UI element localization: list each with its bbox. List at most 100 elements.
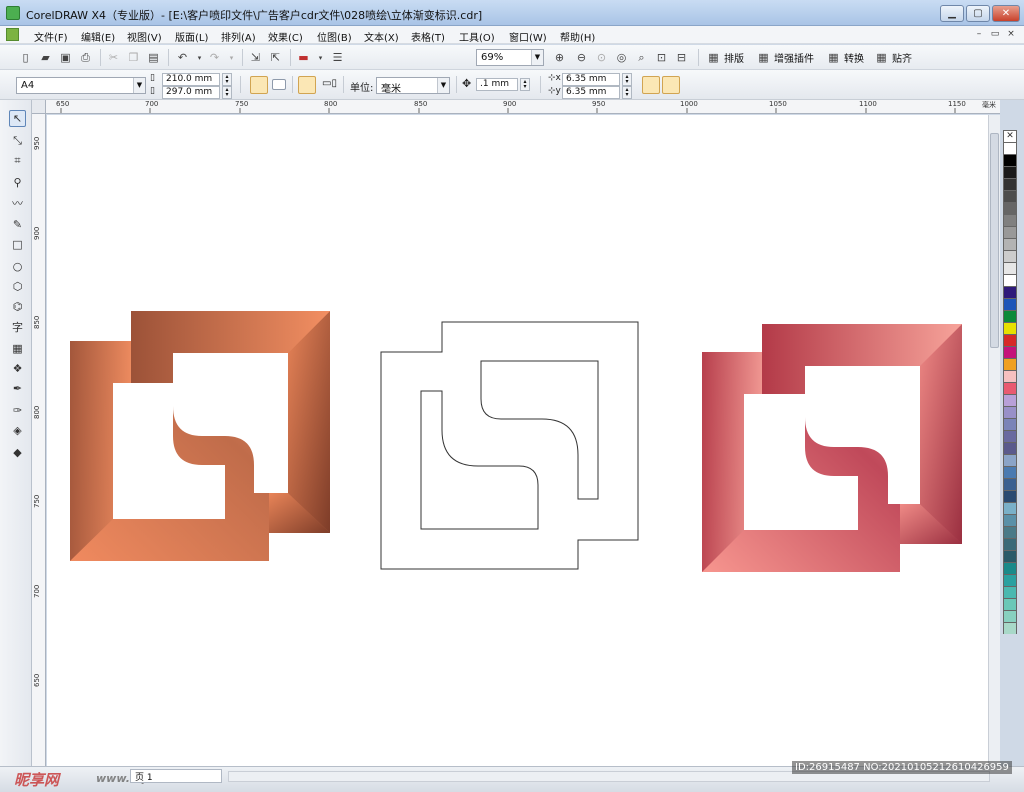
- maximize-button[interactable]: ▢: [966, 5, 990, 22]
- color-swatch[interactable]: [1003, 574, 1017, 586]
- zoom-tool-icon[interactable]: ⚲: [9, 174, 26, 191]
- layout-button[interactable]: 排版: [724, 50, 744, 65]
- nudge-distance-field[interactable]: .1 mm: [476, 78, 518, 91]
- color-swatch[interactable]: [1003, 142, 1017, 154]
- color-swatch[interactable]: [1003, 178, 1017, 190]
- outline-tool-icon[interactable]: ✑: [9, 402, 26, 419]
- redo-icon[interactable]: ↷: [207, 50, 222, 65]
- rectangle-tool-icon[interactable]: □: [9, 236, 26, 253]
- convert-button[interactable]: 转换: [844, 50, 864, 65]
- color-swatch[interactable]: [1003, 382, 1017, 394]
- duplicate-distance-x-field[interactable]: 6.35 mm: [562, 73, 620, 86]
- welcome-screen-icon[interactable]: ☰: [330, 50, 345, 65]
- color-swatch[interactable]: [1003, 166, 1017, 178]
- undo-icon[interactable]: ↶: [175, 50, 190, 65]
- plugin-button[interactable]: 增强插件: [774, 50, 814, 65]
- snap-icon[interactable]: ▦: [874, 50, 889, 65]
- ruler-origin[interactable]: [32, 100, 46, 114]
- portrait-toggle[interactable]: [250, 76, 268, 94]
- landscape-toggle[interactable]: [272, 79, 286, 90]
- treat-as-filled-toggle[interactable]: [642, 76, 660, 94]
- convert-icon[interactable]: ▦: [826, 50, 841, 65]
- color-swatch[interactable]: [1003, 310, 1017, 322]
- dup-x-spinner[interactable]: ▴ ▾: [622, 73, 632, 86]
- blend-tool-icon[interactable]: ❖: [9, 360, 26, 377]
- print-icon[interactable]: ⎙: [78, 50, 93, 65]
- application-launcher-icon[interactable]: ▬: [296, 50, 311, 65]
- menu-table[interactable]: 表格(T): [411, 29, 445, 44]
- ellipse-tool-icon[interactable]: ○: [9, 258, 26, 275]
- width-spinner[interactable]: ▴ ▾: [222, 73, 232, 86]
- menu-help[interactable]: 帮助(H): [560, 29, 595, 44]
- export-icon[interactable]: ⇱: [268, 50, 283, 65]
- unit-select[interactable]: 毫米 ▼: [376, 77, 450, 95]
- menu-layout[interactable]: 版面(L): [175, 29, 208, 44]
- pick-tool-icon[interactable]: ↖: [9, 110, 26, 127]
- eyedropper-tool-icon[interactable]: ✒: [9, 380, 26, 397]
- menu-file[interactable]: 文件(F): [34, 29, 68, 44]
- polygon-tool-icon[interactable]: ⬡: [9, 278, 26, 295]
- text-tool-icon[interactable]: 字: [9, 318, 26, 335]
- paste-icon[interactable]: ▤: [146, 50, 161, 65]
- new-icon[interactable]: ▯: [18, 50, 33, 65]
- open-icon[interactable]: ▰: [38, 50, 53, 65]
- doc-minimize-icon[interactable]: –: [972, 28, 986, 41]
- color-swatch[interactable]: [1003, 514, 1017, 526]
- color-swatch[interactable]: [1003, 586, 1017, 598]
- scroll-thumb[interactable]: [990, 133, 999, 348]
- nudge-spinner[interactable]: ▴ ▾: [520, 78, 530, 91]
- table-tool-icon[interactable]: ▦: [9, 340, 26, 357]
- basic-shapes-tool-icon[interactable]: ⌬: [9, 298, 26, 315]
- color-swatch[interactable]: [1003, 430, 1017, 442]
- color-swatch[interactable]: [1003, 274, 1017, 286]
- zoom-height-icon[interactable]: ⊟: [674, 50, 689, 65]
- vertical-ruler[interactable]: 950 900 850 800 750 700 650: [32, 114, 46, 766]
- no-fill-swatch[interactable]: ✕: [1003, 130, 1017, 142]
- color-swatch[interactable]: [1003, 226, 1017, 238]
- menu-bitmaps[interactable]: 位图(B): [317, 29, 352, 44]
- color-swatch[interactable]: [1003, 370, 1017, 382]
- page-height-field[interactable]: 297.0 mm: [162, 86, 220, 99]
- color-swatch[interactable]: [1003, 286, 1017, 298]
- color-swatch[interactable]: [1003, 154, 1017, 166]
- shape-tool-icon[interactable]: ⤡: [9, 132, 26, 149]
- redo-dropdown-icon[interactable]: ▾: [224, 50, 239, 65]
- menu-effects[interactable]: 效果(C): [268, 29, 303, 44]
- color-swatch[interactable]: [1003, 466, 1017, 478]
- color-swatch[interactable]: [1003, 502, 1017, 514]
- draw-bounding-toggle[interactable]: [662, 76, 680, 94]
- page-tab[interactable]: 页 1: [130, 769, 222, 783]
- import-icon[interactable]: ⇲: [248, 50, 263, 65]
- zoom-width-icon[interactable]: ⊡: [654, 50, 669, 65]
- color-swatch[interactable]: [1003, 214, 1017, 226]
- save-icon[interactable]: ▣: [58, 50, 73, 65]
- color-swatch[interactable]: [1003, 442, 1017, 454]
- crop-tool-icon[interactable]: ⌗: [9, 152, 26, 169]
- color-swatch[interactable]: [1003, 550, 1017, 562]
- color-swatch[interactable]: [1003, 298, 1017, 310]
- cut-icon[interactable]: ✂: [106, 50, 121, 65]
- color-swatch[interactable]: [1003, 334, 1017, 346]
- color-swatch[interactable]: [1003, 562, 1017, 574]
- copy-icon[interactable]: ❐: [126, 50, 141, 65]
- menu-edit[interactable]: 编辑(E): [81, 29, 115, 44]
- freehand-tool-icon[interactable]: 〰: [9, 194, 26, 211]
- color-swatch[interactable]: [1003, 478, 1017, 490]
- menu-tools[interactable]: 工具(O): [459, 29, 495, 44]
- all-pages-toggle[interactable]: [298, 76, 316, 94]
- zoom-level-select[interactable]: 69% ▼: [476, 49, 544, 66]
- color-swatch[interactable]: [1003, 538, 1017, 550]
- color-swatch[interactable]: [1003, 202, 1017, 214]
- layout-icon[interactable]: ▦: [706, 50, 721, 65]
- menu-window[interactable]: 窗口(W): [509, 29, 547, 44]
- zoom-all-objects-icon[interactable]: ◎: [614, 50, 629, 65]
- fill-tool-icon[interactable]: ◈: [9, 422, 26, 439]
- smart-fill-tool-icon[interactable]: ✎: [9, 216, 26, 233]
- color-swatch[interactable]: [1003, 346, 1017, 358]
- launcher-dropdown-icon[interactable]: ▾: [313, 50, 328, 65]
- color-swatch[interactable]: [1003, 262, 1017, 274]
- snap-button[interactable]: 贴齐: [892, 50, 912, 65]
- height-spinner[interactable]: ▴ ▾: [222, 86, 232, 99]
- paper-size-select[interactable]: A4 ▼: [16, 77, 146, 94]
- drawing-canvas[interactable]: [47, 115, 988, 766]
